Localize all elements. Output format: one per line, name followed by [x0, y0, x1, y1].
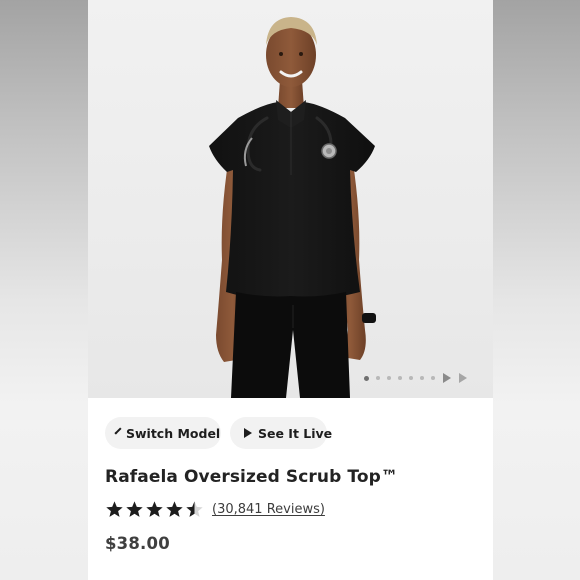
carousel-pagination	[364, 373, 467, 383]
play-icon	[244, 428, 252, 438]
see-it-live-button[interactable]: See It Live	[230, 417, 332, 449]
star-icon	[106, 501, 123, 517]
backdrop-left	[0, 0, 88, 580]
product-price: $38.00	[105, 534, 170, 553]
star-icon	[146, 501, 163, 517]
star-icon	[186, 501, 203, 517]
rating-stars	[105, 500, 204, 519]
switch-model-label: Switch Model	[126, 425, 221, 441]
carousel-dot[interactable]	[376, 376, 380, 380]
product-title: Rafaela Oversized Scrub Top™	[105, 467, 398, 487]
carousel-dot[interactable]	[420, 376, 424, 380]
star-icon	[126, 501, 143, 517]
reviews-link[interactable]: (30,841 Reviews)	[212, 502, 325, 517]
carousel-dot[interactable]	[431, 376, 435, 380]
product-model-photo	[209, 17, 376, 398]
product-rating: 4.5 (30,841 Reviews)	[105, 500, 325, 519]
star-icon	[166, 501, 183, 517]
backdrop-right	[492, 0, 580, 580]
product-card: Switch Model See It Live Rafaela Oversiz…	[88, 0, 493, 580]
carousel-dot[interactable]	[387, 376, 391, 380]
carousel-next-icon[interactable]	[443, 373, 451, 383]
carousel-dot[interactable]	[364, 375, 369, 381]
screenshot-frame: Switch Model See It Live Rafaela Oversiz…	[0, 0, 580, 580]
chevron-down-icon	[114, 427, 122, 435]
carousel-dot[interactable]	[409, 376, 413, 380]
switch-model-button[interactable]: Switch Model	[105, 417, 221, 449]
carousel-next-icon[interactable]	[459, 373, 467, 383]
product-image-carousel[interactable]	[88, 0, 493, 398]
model-actions: Switch Model See It Live	[105, 417, 332, 449]
carousel-dot[interactable]	[398, 376, 402, 380]
see-it-live-label: See It Live	[258, 425, 333, 441]
